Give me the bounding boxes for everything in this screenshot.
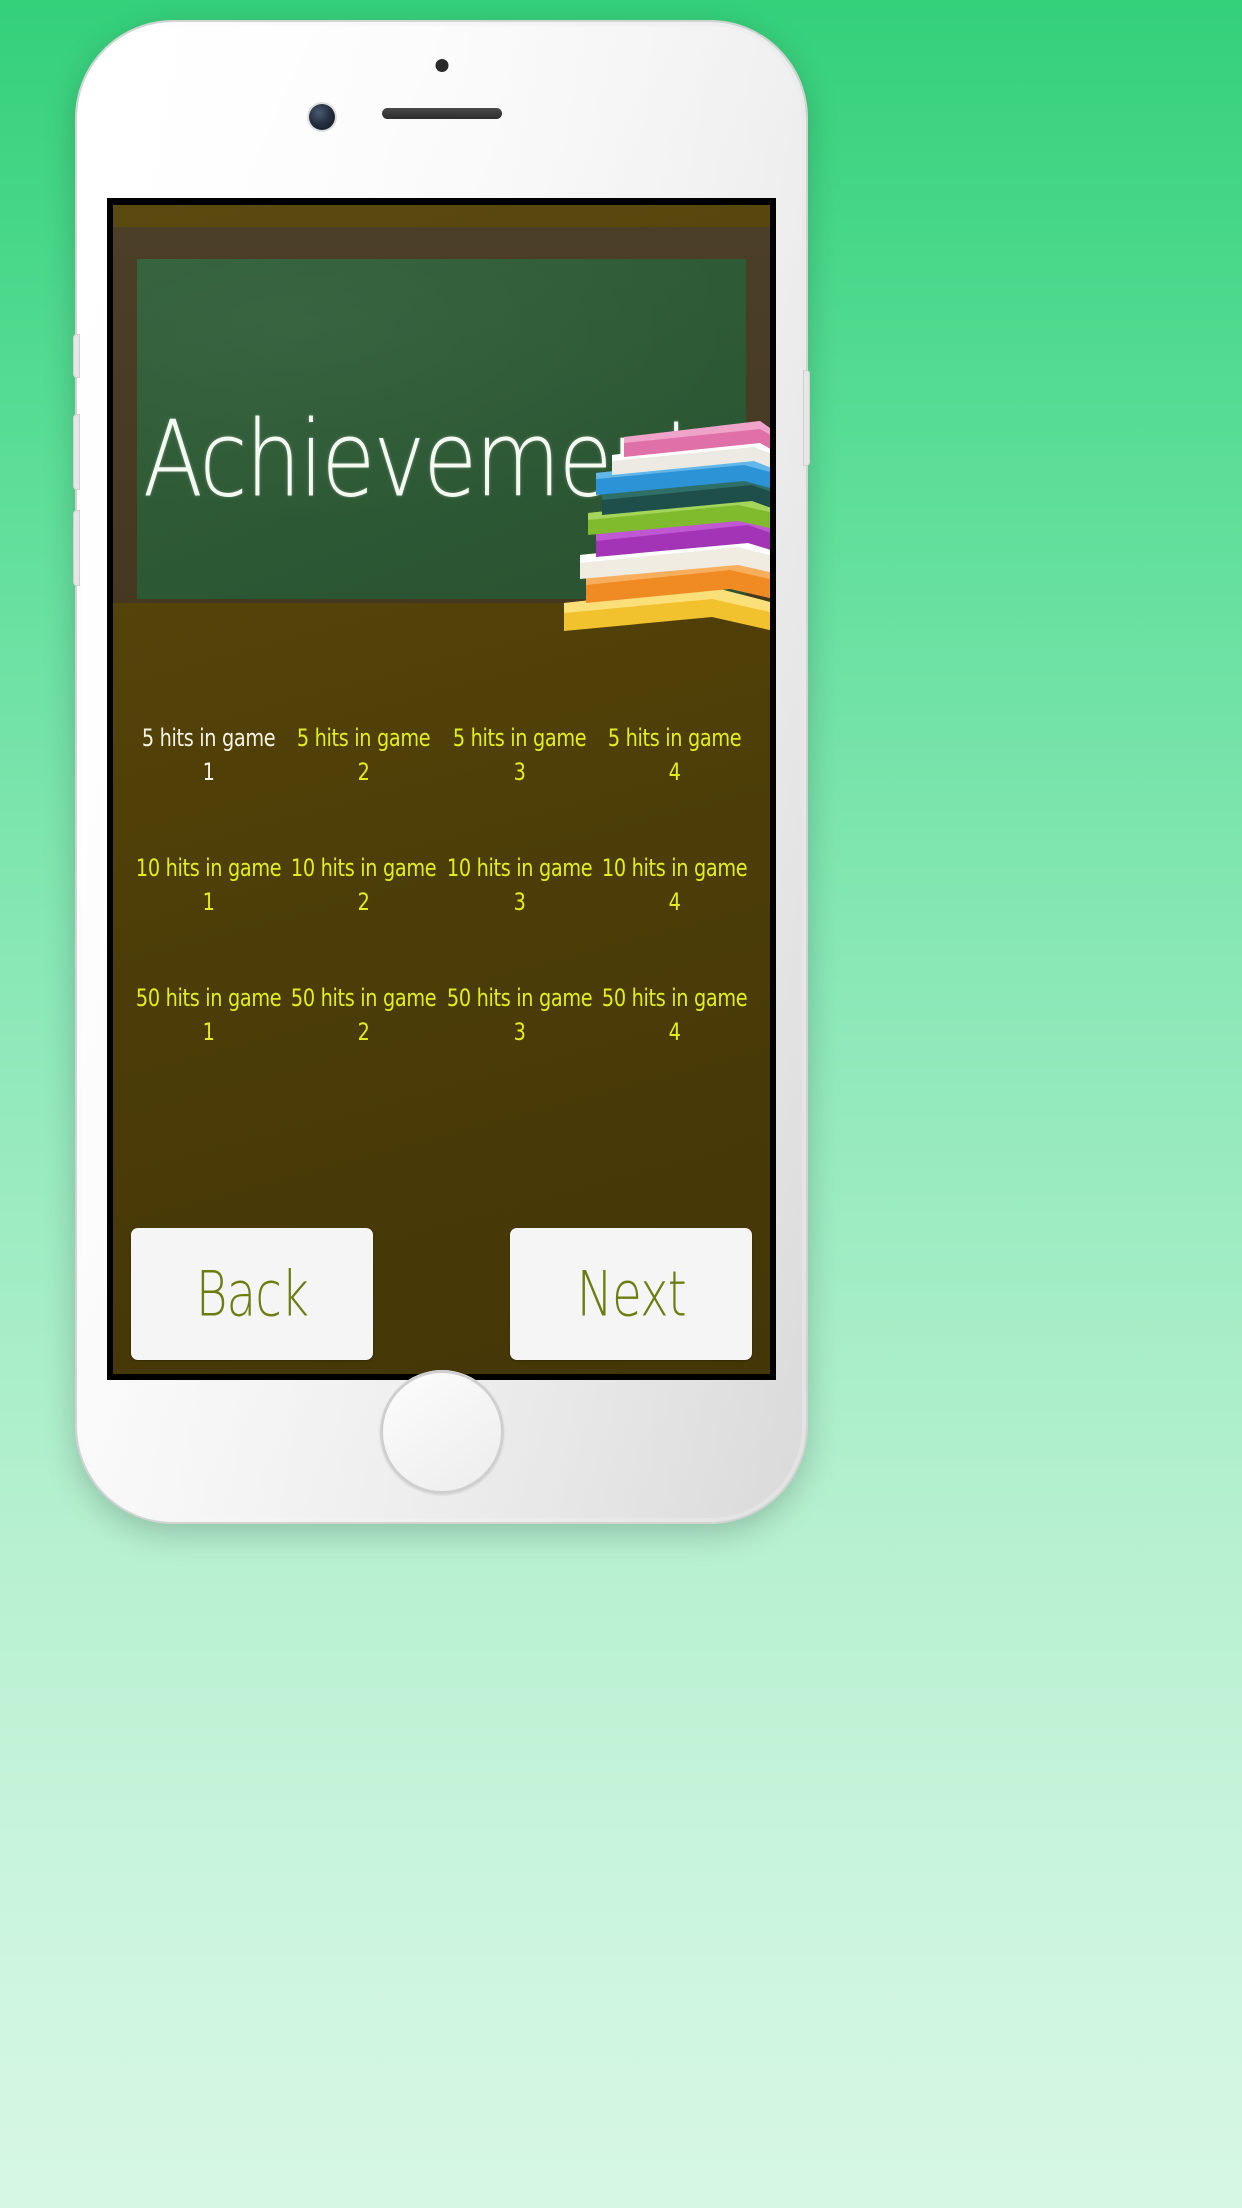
achievements-grid: 5 hits in game 1 5 hits in game 2 5 hits… (113, 603, 770, 1374)
silent-switch[interactable] (73, 334, 80, 378)
achievement-item[interactable]: 50 hits in game 4 (601, 981, 748, 1050)
achievements-app-screen: Achievements 5 hits in game 1 5 hits in … (113, 205, 770, 1374)
front-camera-icon (309, 104, 335, 130)
achievement-item[interactable]: 10 hits in game 3 (446, 851, 592, 920)
achievement-item[interactable]: 5 hits in game 4 (601, 721, 747, 790)
chalkboard-header: Achievements (113, 205, 770, 631)
home-button[interactable] (379, 1370, 504, 1494)
phone-device-frame: Achievements 5 hits in game 1 5 hits in … (73, 22, 810, 1522)
achievement-row: 5 hits in game 1 5 hits in game 2 5 hits… (131, 721, 752, 786)
back-button-label: Back (195, 1257, 309, 1331)
back-button[interactable]: Back (131, 1228, 373, 1360)
achievement-item[interactable]: 10 hits in game 2 (291, 851, 437, 920)
next-button[interactable]: Next (510, 1228, 752, 1360)
achievement-row: 10 hits in game 1 10 hits in game 2 10 h… (131, 851, 752, 917)
proximity-sensor-icon (435, 59, 448, 72)
achievement-item[interactable]: 50 hits in game 3 (446, 981, 592, 1050)
speaker-grille-icon (381, 108, 502, 119)
volume-down-button[interactable] (73, 510, 80, 586)
achievement-item[interactable]: 10 hits in game 1 (136, 851, 282, 920)
achievement-item[interactable]: 5 hits in game 2 (291, 721, 437, 790)
navigation-bar: Back Next (113, 1228, 770, 1360)
achievement-item[interactable]: 50 hits in game 2 (291, 981, 437, 1050)
achievement-item[interactable]: 5 hits in game 3 (446, 721, 592, 790)
volume-up-button[interactable] (73, 414, 80, 490)
phone-screen: Achievements 5 hits in game 1 5 hits in … (107, 198, 776, 1380)
power-button[interactable] (803, 370, 810, 466)
achievement-item[interactable]: 50 hits in game 1 (136, 981, 282, 1050)
achievement-item[interactable]: 5 hits in game 1 (136, 721, 282, 790)
next-button-label: Next (576, 1257, 686, 1331)
achievement-item[interactable]: 10 hits in game 4 (601, 851, 748, 920)
achievement-row: 50 hits in game 1 50 hits in game 2 50 h… (131, 981, 752, 1047)
